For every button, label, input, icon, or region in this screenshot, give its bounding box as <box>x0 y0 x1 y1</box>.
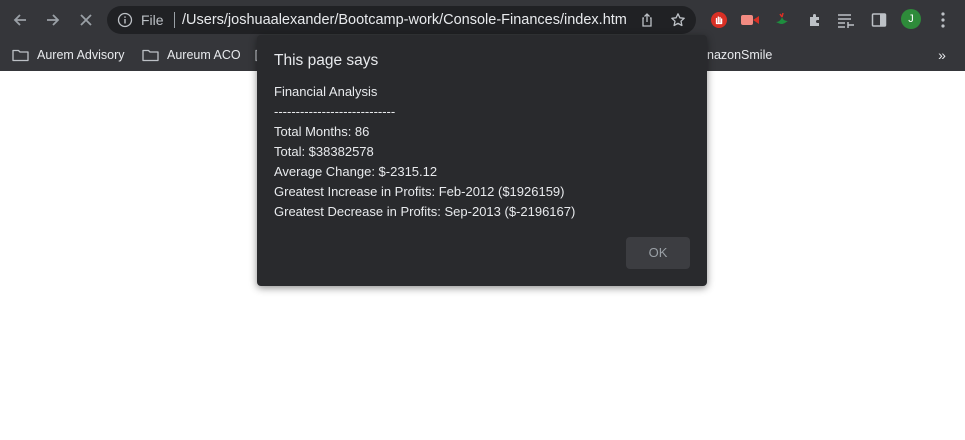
reading-list-icon[interactable] <box>836 10 856 30</box>
back-icon[interactable] <box>8 8 32 32</box>
alert-dialog: This page says Financial Analysis ------… <box>257 35 707 286</box>
bookmark-label: nazonSmile <box>707 48 773 62</box>
message-line: Total: $38382578 <box>274 144 374 159</box>
bird-extension-icon[interactable] <box>772 10 792 30</box>
dialog-message: Financial Analysis ---------------------… <box>274 82 575 222</box>
menu-kebab-icon[interactable] <box>933 10 953 30</box>
message-line: ---------------------------- <box>274 104 396 119</box>
dialog-title: This page says <box>274 52 379 69</box>
bookmark-star-icon[interactable] <box>670 12 686 28</box>
message-line: Total Months: 86 <box>274 124 370 139</box>
profile-avatar[interactable]: J <box>901 9 921 29</box>
bookmark-folder-aureum-aco[interactable]: Aureum ACO <box>142 44 241 66</box>
video-extension-icon[interactable] <box>740 10 760 30</box>
message-line: Greatest Decrease in Profits: Sep-2013 (… <box>274 204 576 219</box>
bookmark-folder-aurem-advisory[interactable]: Aurem Advisory <box>12 44 125 66</box>
side-panel-icon[interactable] <box>869 10 889 30</box>
message-line: Greatest Increase in Profits: Feb-2012 (… <box>274 184 565 199</box>
address-bar[interactable]: File /Users/joshuaalexander/Bootcamp-wor… <box>107 6 696 34</box>
bookmark-label: Aurem Advisory <box>37 48 125 62</box>
folder-icon <box>12 49 29 62</box>
url-text[interactable]: /Users/joshuaalexander/Bootcamp-work/Con… <box>182 11 627 29</box>
forward-icon[interactable] <box>41 8 65 32</box>
ok-button[interactable]: OK <box>626 237 690 269</box>
browser-toolbar: File /Users/joshuaalexander/Bootcamp-wor… <box>0 0 965 40</box>
stop-hand-extension-icon[interactable] <box>709 10 729 30</box>
omnibox-separator <box>174 12 175 28</box>
message-line: Financial Analysis <box>274 84 378 99</box>
folder-icon <box>142 49 159 62</box>
extensions-puzzle-icon[interactable] <box>805 10 825 30</box>
share-icon[interactable] <box>639 12 655 28</box>
scheme-label: File <box>141 12 164 28</box>
bookmarks-overflow-chevron-icon[interactable]: » <box>934 44 950 66</box>
stop-loading-icon[interactable] <box>74 8 98 32</box>
message-line: Average Change: $-2315.12 <box>274 164 438 179</box>
info-icon[interactable] <box>117 12 133 28</box>
bookmark-amazonsmile[interactable]: nazonSmile <box>707 44 772 66</box>
bookmark-label: Aureum ACO <box>167 48 241 62</box>
